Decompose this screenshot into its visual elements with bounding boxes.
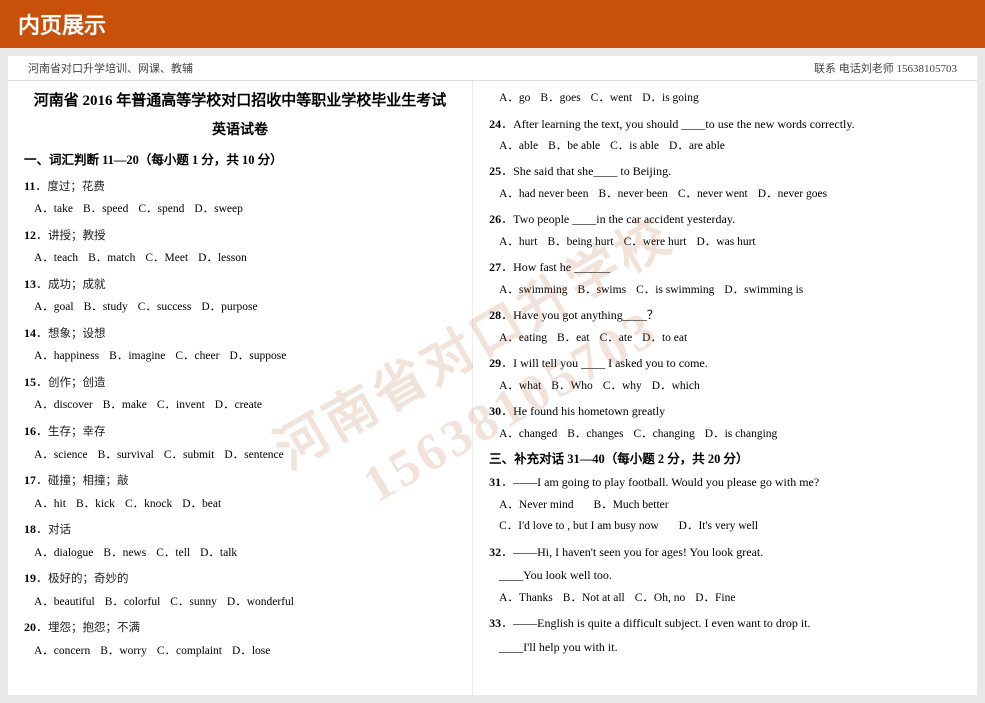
question-30: 30．He found his hometown greatly A．chang… — [489, 401, 961, 444]
main-content: 河南省对口升学培训、网课、教辅 联系 电话刘老师 15638105703 河南省… — [8, 56, 977, 695]
question-18: 18．对话 A．dialogue B．news C．tell D．talk — [24, 519, 456, 563]
top-bar-right: 联系 电话刘老师 15638105703 — [814, 60, 957, 76]
question-12: 12．讲授；教授 A．teach B．match C．Meet D．lesson — [24, 225, 456, 269]
left-col: 河南省 2016 年普通高等学校对口招收中等职业学校毕业生考试 英语试卷 一、词… — [8, 81, 473, 695]
question-27: 27．How fast he ______ A．swimming B．swims… — [489, 257, 961, 300]
question-16: 16．生存；幸存 A．science B．survival C．submit D… — [24, 421, 456, 465]
doc-title: 河南省 2016 年普通高等学校对口招收中等职业学校毕业生考试 — [24, 89, 456, 115]
question-17: 17．碰撞；相撞；敲 A．hit B．kick C．knock D．beat — [24, 470, 456, 514]
question-24: 24．After learning the text, you should _… — [489, 114, 961, 157]
question-33: 33．——English is quite a difficult subjec… — [489, 613, 961, 657]
question-15: 15．创作；创造 A．discover B．make C．invent D．cr… — [24, 372, 456, 416]
question-11: 11．度过；花费 A．take B．speed C．spend D．sweep — [24, 176, 456, 220]
section1-title: 一、词汇判断 11—20（每小题 1 分，共 10 分） — [24, 150, 456, 171]
right-col: A．go B．goes C．went D．is going 24．After l… — [473, 81, 977, 695]
header-title: 内页展示 — [18, 8, 106, 40]
section3-title: 三、补充对话 31—40（每小题 2 分，共 20 分） — [489, 449, 961, 470]
question-23-options: A．go B．goes C．went D．is going — [489, 89, 961, 109]
doc-subtitle: 英语试卷 — [24, 119, 456, 143]
header-bar: 内页展示 — [0, 0, 985, 48]
question-19: 19．极好的；奇妙的 A．beautiful B．colorful C．sunn… — [24, 568, 456, 612]
question-31: 31．——I am going to play football. Would … — [489, 472, 961, 536]
question-28: 28．Have you got anything____？ A．eating B… — [489, 305, 961, 348]
question-32: 32．——Hi, I haven't seen you for ages! Yo… — [489, 542, 961, 608]
columns: 河南省 2016 年普通高等学校对口招收中等职业学校毕业生考试 英语试卷 一、词… — [8, 81, 977, 695]
question-14: 14．想象；设想 A．happiness B．imagine C．cheer D… — [24, 323, 456, 367]
top-bar: 河南省对口升学培训、网课、教辅 联系 电话刘老师 15638105703 — [8, 56, 977, 81]
top-bar-left: 河南省对口升学培训、网课、教辅 — [28, 60, 193, 76]
question-29: 29．I will tell you ____ I asked you to c… — [489, 353, 961, 396]
question-25: 25．She said that she____ to Beijing. A．h… — [489, 161, 961, 204]
question-26: 26．Two people ____in the car accident ye… — [489, 209, 961, 252]
question-13: 13．成功；成就 A．goal B．study C．success D．purp… — [24, 274, 456, 318]
question-20: 20．埋怨；抱怨；不满 A．concern B．worry C．complain… — [24, 617, 456, 661]
